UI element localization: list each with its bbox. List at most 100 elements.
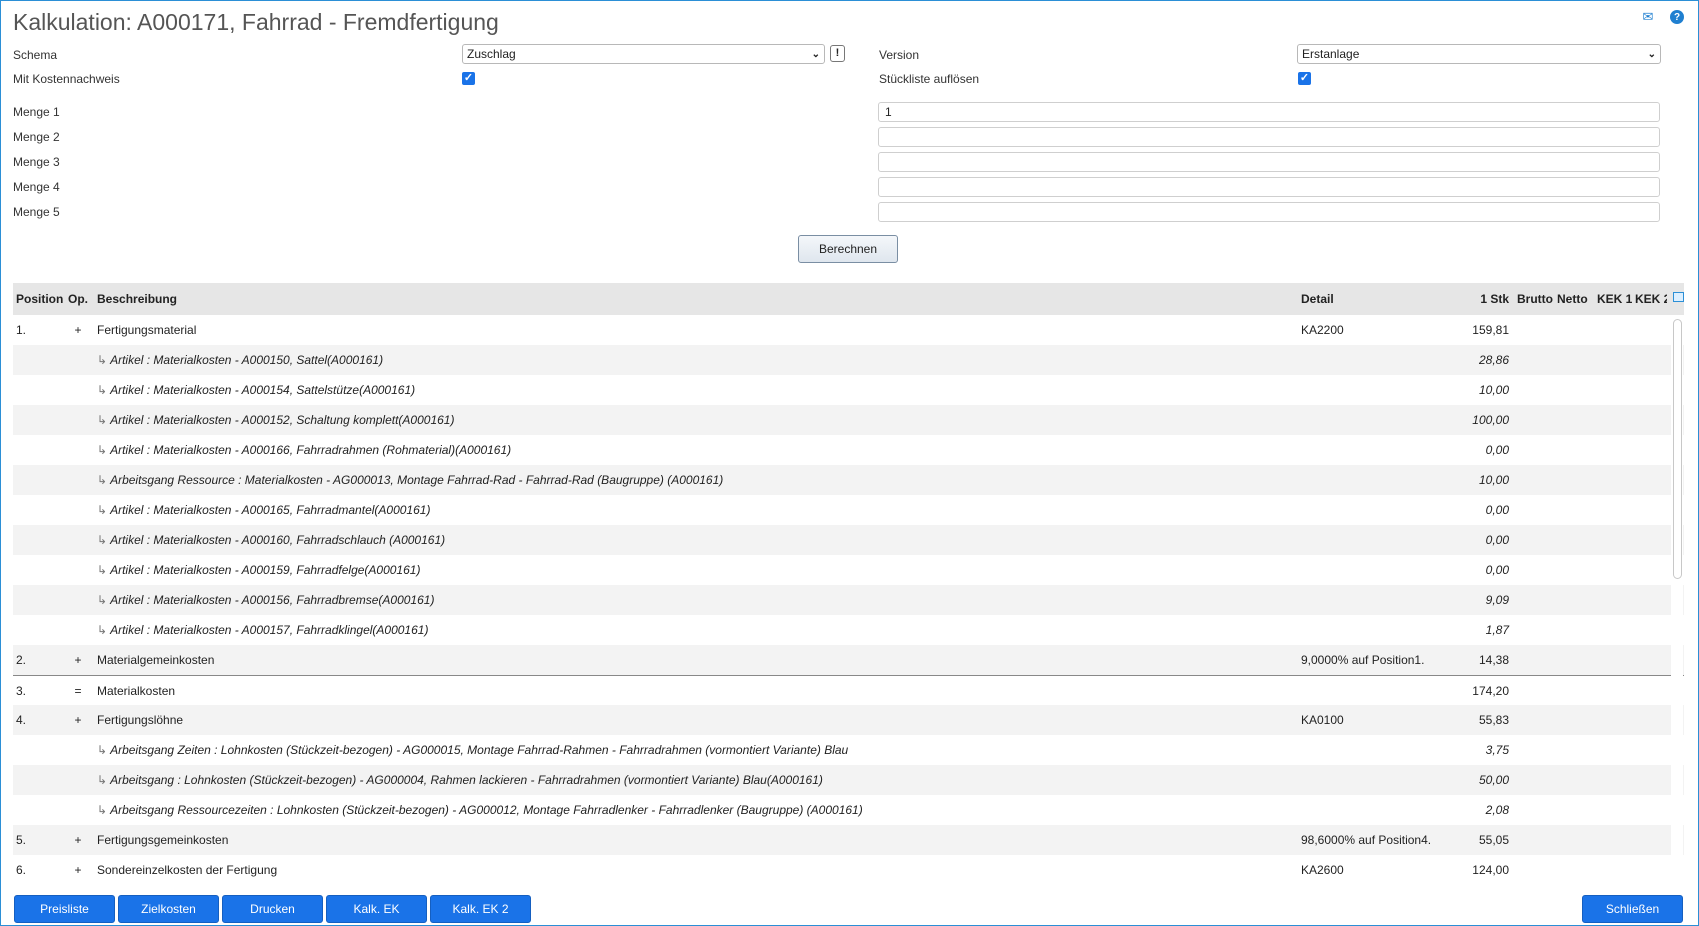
table-row[interactable]: 2. + Materialgemeinkosten 9,0000% auf Posit… — [13, 645, 1684, 675]
row-position: 4. — [16, 713, 27, 727]
col-stk[interactable]: 1 Stk — [1451, 292, 1511, 306]
row-description-text: Arbeitsgang Zeiten : Lohnkosten (Stückze… — [110, 743, 849, 757]
schema-value: Zuschlag — [467, 47, 516, 61]
menge-2-label: Menge 2 — [13, 130, 60, 144]
kalk-ek2-button[interactable]: Kalk. EK 2 — [430, 895, 531, 923]
table-subrow[interactable]: ↳ Arbeitsgang Ressource : Materialkosten … — [13, 465, 1684, 495]
col-detail[interactable]: Detail — [1301, 292, 1451, 306]
stueckliste-label: Stückliste auflösen — [879, 72, 980, 86]
close-button[interactable]: Schließen — [1582, 895, 1683, 923]
row-detail: KA2200 — [1301, 323, 1344, 337]
menge-1-input[interactable]: 1 — [878, 102, 1660, 122]
sub-arrow-icon: ↳ — [97, 623, 108, 637]
col-brutto[interactable]: Brutto — [1511, 292, 1553, 306]
table-row[interactable]: 3. = Materialkosten 174,20 — [13, 675, 1684, 705]
menge-1-label: Menge 1 — [13, 105, 60, 119]
table-subrow[interactable]: ↳ Artikel : Materialkosten - A000165, Fah… — [13, 495, 1684, 525]
row-position: 5. — [16, 833, 27, 847]
row-stk: 14,38 — [1478, 653, 1509, 667]
schema-select[interactable]: Zuschlag ⌄ — [462, 44, 825, 64]
sub-arrow-icon: ↳ — [97, 503, 108, 517]
exclamation-icon[interactable]: ! — [830, 45, 845, 62]
row-description-text: Artikel : Materialkosten - A000154, Satt… — [110, 383, 416, 397]
col-op[interactable]: Op. — [63, 292, 93, 306]
row-description-text: Artikel : Materialkosten - A000166, Fahr… — [110, 443, 512, 457]
row-stk: 0,00 — [1485, 503, 1509, 517]
table-subrow[interactable]: ↳ Arbeitsgang Zeiten : Lohnkosten (Stückz… — [13, 735, 1684, 765]
menge-4-input[interactable] — [878, 177, 1660, 197]
table-body: 1. + Fertigungsmaterial KA2200 159,81 ↳ Artike… — [13, 315, 1684, 885]
row-description: ↳ Artikel : Materialkosten - A000160, Fah… — [93, 533, 1301, 547]
version-select[interactable]: Erstanlage ⌄ — [1297, 44, 1661, 64]
table-subrow[interactable]: ↳ Artikel : Materialkosten - A000160, Fah… — [13, 525, 1684, 555]
row-description: ↳ Artikel : Materialkosten - A000150, Sat… — [93, 353, 1301, 367]
row-stk: 50,00 — [1478, 773, 1509, 787]
row-description: ↳ Artikel : Materialkosten - A000156, Fah… — [93, 593, 1301, 607]
row-position: 6. — [16, 863, 27, 877]
row-stk: 124,00 — [1472, 863, 1509, 877]
row-description: ↳ Artikel : Materialkosten - A000165, Fah… — [93, 503, 1301, 517]
sub-arrow-icon: ↳ — [97, 563, 108, 577]
sub-arrow-icon: ↳ — [97, 413, 108, 427]
row-stk: 55,83 — [1478, 713, 1509, 727]
menge-5-input[interactable] — [878, 202, 1660, 222]
table-row[interactable]: 6. + Sondereinzelkosten der Fertigung KA260… — [13, 855, 1684, 885]
scrollbar-thumb[interactable] — [1673, 319, 1682, 579]
version-value: Erstanlage — [1302, 47, 1360, 61]
row-position: 1. — [16, 323, 27, 337]
menge-3-label: Menge 3 — [13, 155, 60, 169]
drucken-button[interactable]: Drucken — [222, 895, 323, 923]
row-description: ↳ Arbeitsgang Ressourcezeiten : Lohnkoste… — [93, 803, 1301, 817]
preisliste-button[interactable]: Preisliste — [14, 895, 115, 923]
row-detail: 9,0000% auf Position1. — [1301, 653, 1425, 667]
column-chooser-icon[interactable] — [1673, 292, 1684, 302]
row-description: ↳ Artikel : Materialkosten - A000159, Fah… — [93, 563, 1301, 577]
row-stk: 0,00 — [1485, 443, 1509, 457]
chevron-down-icon: ⌄ — [1647, 48, 1656, 60]
row-stk: 2,08 — [1485, 803, 1509, 817]
calculate-button[interactable]: Berechnen — [798, 235, 898, 263]
table-subrow[interactable]: ↳ Arbeitsgang : Lohnkosten (Stückzeit-bez… — [13, 765, 1684, 795]
row-description-text: Artikel : Materialkosten - A000150, Satt… — [110, 353, 384, 367]
row-description-text: Artikel : Materialkosten - A000152, Scha… — [110, 413, 455, 427]
kalk-ek-button[interactable]: Kalk. EK — [326, 895, 427, 923]
mail-icon[interactable]: ✉ — [1640, 9, 1656, 24]
col-description[interactable]: Beschreibung — [93, 292, 1301, 306]
row-description: ↳ Arbeitsgang Zeiten : Lohnkosten (Stückz… — [93, 743, 1301, 757]
table-row[interactable]: 4. + Fertigungslöhne KA0100 55,83 — [13, 705, 1684, 735]
kostennachweis-checkbox[interactable]: ✓ — [462, 72, 475, 85]
row-description: ↳ Artikel : Materialkosten - A000152, Sch… — [93, 413, 1301, 427]
zielkosten-button[interactable]: Zielkosten — [118, 895, 219, 923]
table-subrow[interactable]: ↳ Artikel : Materialkosten - A000166, Fah… — [13, 435, 1684, 465]
sub-arrow-icon: ↳ — [97, 383, 108, 397]
row-detail: 98,6000% auf Position4. — [1301, 833, 1432, 847]
table-subrow[interactable]: ↳ Arbeitsgang Ressourcezeiten : Lohnkoste… — [13, 795, 1684, 825]
schema-label: Schema — [13, 48, 58, 62]
col-kek2[interactable]: KEK 2 — [1633, 292, 1667, 306]
table-subrow[interactable]: ↳ Artikel : Materialkosten - A000156, Fah… — [13, 585, 1684, 615]
table-row[interactable]: 1. + Fertigungsmaterial KA2200 159,81 — [13, 315, 1684, 345]
table-row[interactable]: 5. + Fertigungsgemeinkosten 98,6000% auf Po… — [13, 825, 1684, 855]
row-stk: 174,20 — [1472, 683, 1509, 698]
table-subrow[interactable]: ↳ Artikel : Materialkosten - A000154, Sat… — [13, 375, 1684, 405]
kostennachweis-label: Mit Kostennachweis — [13, 72, 120, 86]
help-icon[interactable]: ? — [1670, 10, 1684, 24]
col-kek1[interactable]: KEK 1 — [1593, 292, 1633, 306]
col-position[interactable]: Position — [13, 292, 63, 306]
col-netto[interactable]: Netto — [1553, 292, 1593, 306]
menge-5-label: Menge 5 — [13, 205, 60, 219]
row-stk: 9,09 — [1485, 593, 1509, 607]
row-description-text: Artikel : Materialkosten - A000156, Fahr… — [110, 593, 435, 607]
menge-3-input[interactable] — [878, 152, 1660, 172]
table-subrow[interactable]: ↳ Artikel : Materialkosten - A000159, Fah… — [13, 555, 1684, 585]
table-subrow[interactable]: ↳ Artikel : Materialkosten - A000157, Fah… — [13, 615, 1684, 645]
stueckliste-checkbox[interactable]: ✓ — [1298, 72, 1311, 85]
row-description: ↳ Artikel : Materialkosten - A000154, Sat… — [93, 383, 1301, 397]
table-subrow[interactable]: ↳ Artikel : Materialkosten - A000150, Sat… — [13, 345, 1684, 375]
menge-2-input[interactable] — [878, 127, 1660, 147]
row-description-text: Artikel : Materialkosten - A000165, Fahr… — [110, 503, 431, 517]
row-description: Fertigungsmaterial — [97, 323, 197, 337]
row-description-text: Arbeitsgang Ressourcezeiten : Lohnkosten… — [110, 803, 863, 817]
chevron-down-icon: ⌄ — [811, 48, 820, 60]
table-subrow[interactable]: ↳ Artikel : Materialkosten - A000152, Sch… — [13, 405, 1684, 435]
